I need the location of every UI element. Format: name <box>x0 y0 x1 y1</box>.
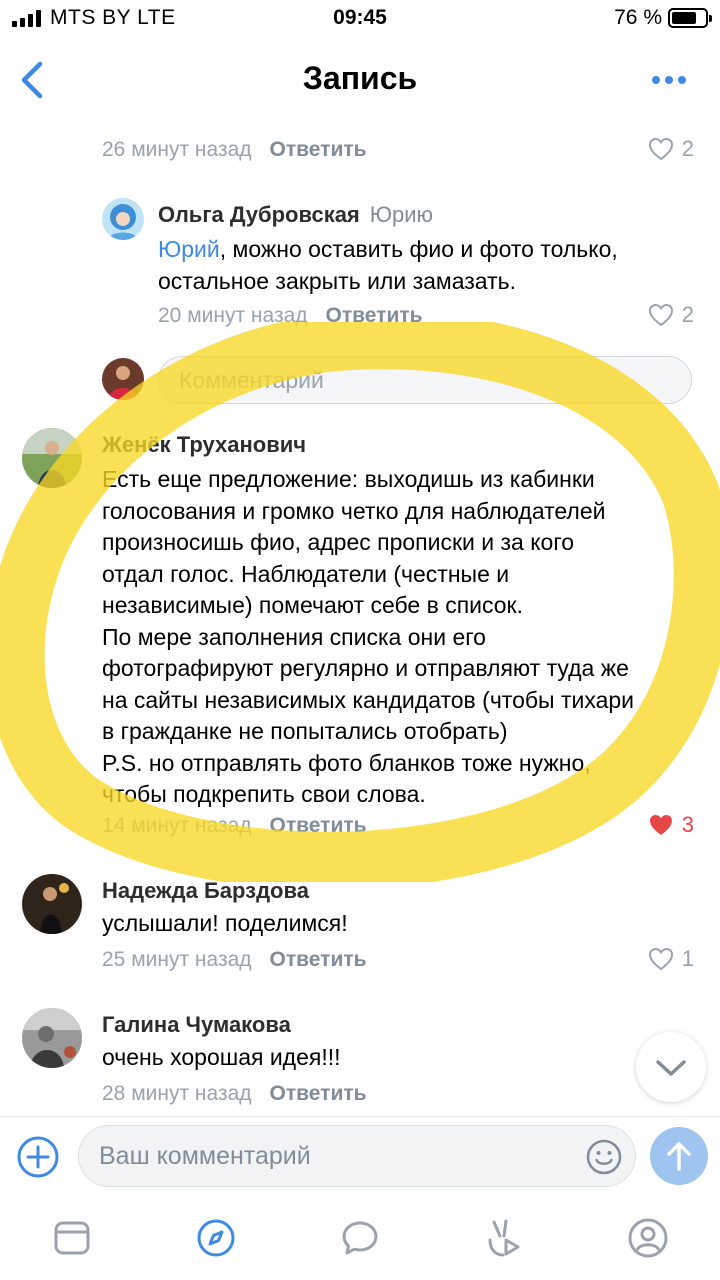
comment-text: Есть еще предложение: выходишь из кабинк… <box>102 466 635 807</box>
clock: 09:45 <box>333 6 387 29</box>
reply-comment-field[interactable]: Комментарий <box>158 356 692 404</box>
send-button[interactable] <box>650 1127 708 1185</box>
comment-time: 26 минут назад <box>102 138 252 161</box>
tab-bar <box>0 1198 720 1280</box>
emoji-button[interactable] <box>585 1138 623 1176</box>
tab-discover[interactable] <box>194 1216 238 1260</box>
avatar-image <box>102 198 144 240</box>
scroll-down-button[interactable] <box>636 1032 706 1102</box>
comment-meta: 14 минут назад Ответить <box>102 814 367 838</box>
reply-button[interactable]: Ответить <box>326 304 423 327</box>
heart-outline-icon <box>648 137 673 161</box>
comment-text: очень хорошая идея!!! <box>102 1044 341 1070</box>
status-bar: MTS BY LTE 09:45 76 % <box>0 0 720 40</box>
reply-button[interactable]: Ответить <box>270 814 367 837</box>
like-button[interactable]: 2 <box>648 136 694 162</box>
reply-to-label[interactable]: Юрию <box>370 202 433 227</box>
reply-button[interactable]: Ответить <box>270 948 367 971</box>
author-name[interactable]: Женёк Труханович <box>102 432 306 457</box>
avatar-image <box>102 358 144 400</box>
comment-time: 28 минут назад <box>102 1082 252 1105</box>
like-count: 1 <box>681 946 694 971</box>
comment-meta: 25 минут назад Ответить <box>102 948 367 972</box>
messages-icon <box>342 1221 378 1255</box>
heart-outline-icon <box>648 947 673 971</box>
attach-button[interactable] <box>16 1135 60 1179</box>
battery-percent: 76 % <box>614 6 662 29</box>
avatar-image <box>22 874 82 934</box>
tab-profile[interactable] <box>626 1216 670 1260</box>
avatar-image <box>22 428 82 488</box>
avatar[interactable] <box>22 428 82 488</box>
comment-meta: 26 минут назад Ответить <box>102 138 367 162</box>
comment-meta: 20 минут назад Ответить <box>158 304 423 328</box>
comment-meta: 28 минут назад Ответить <box>102 1082 367 1106</box>
comment-text: Юрий, можно оставить фио и фото только, … <box>158 236 618 294</box>
battery-icon <box>668 8 712 28</box>
heart-filled-icon <box>649 815 672 835</box>
avatar[interactable] <box>22 1008 82 1068</box>
comment-time: 20 минут назад <box>158 304 308 327</box>
comment-time: 14 минут назад <box>102 814 252 837</box>
avatar[interactable] <box>22 874 82 934</box>
reply-comment-placeholder: Комментарий <box>179 367 324 393</box>
more-dots-icon <box>652 76 660 84</box>
like-count: 2 <box>681 136 694 161</box>
comments-feed[interactable]: 26 минут назад Ответить 2 Ольга Дубровска… <box>0 122 720 1116</box>
author-name[interactable]: Надежда Барздова <box>102 878 309 903</box>
like-button[interactable]: 2 <box>648 302 694 328</box>
navigation-bar: Запись <box>0 40 720 122</box>
like-count: 3 <box>681 812 694 837</box>
reply-button[interactable]: Ответить <box>270 1082 367 1105</box>
tab-clips[interactable] <box>482 1216 526 1260</box>
comment-time: 25 минут назад <box>102 948 252 971</box>
comment-text: услышали! поделимся! <box>102 910 348 936</box>
comment-input[interactable] <box>99 1138 569 1174</box>
chevron-down-icon <box>656 1060 686 1076</box>
clipped-text-fragment <box>330 122 480 124</box>
author-name[interactable]: Ольга Дубровская <box>158 202 360 227</box>
clips-icon <box>488 1219 520 1257</box>
comment-author[interactable]: Надежда Барздова <box>102 878 309 904</box>
like-count: 2 <box>681 302 694 327</box>
mention-link[interactable]: Юрий <box>158 236 220 262</box>
heart-outline-icon <box>648 303 673 327</box>
tab-messages[interactable] <box>338 1216 382 1260</box>
comment-author[interactable]: Ольга Дубровская Юрию <box>158 202 433 228</box>
reply-button[interactable]: Ответить <box>270 138 367 161</box>
news-icon <box>54 1221 90 1255</box>
plus-circle-icon <box>17 1136 59 1178</box>
comment-author[interactable]: Женёк Труханович <box>102 432 306 458</box>
smile-icon <box>586 1139 622 1175</box>
author-name[interactable]: Галина Чумакова <box>102 1012 291 1037</box>
avatar-image <box>22 1008 82 1068</box>
discover-icon <box>197 1219 235 1257</box>
comment-composer <box>0 1116 720 1198</box>
like-button[interactable]: 3 <box>648 812 694 838</box>
more-options-button[interactable] <box>652 76 686 84</box>
tab-news[interactable] <box>50 1216 94 1260</box>
my-avatar <box>102 358 144 400</box>
avatar[interactable] <box>102 198 144 240</box>
comment-author[interactable]: Галина Чумакова <box>102 1012 291 1038</box>
page-title: Запись <box>302 60 418 96</box>
arrow-up-icon <box>667 1142 691 1171</box>
profile-icon <box>628 1218 668 1258</box>
like-button[interactable]: 1 <box>648 946 694 972</box>
comment-input-field[interactable] <box>78 1125 636 1187</box>
